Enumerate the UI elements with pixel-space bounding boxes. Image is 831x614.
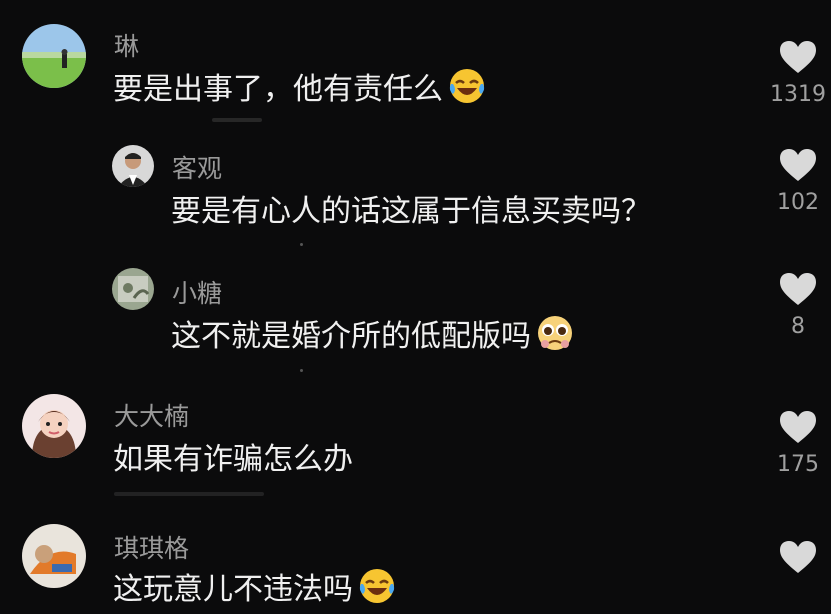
comment-username[interactable]: 客观 [172, 149, 222, 185]
laughing-crying-emoji-icon [357, 566, 397, 606]
heart-icon [780, 149, 816, 181]
like-count: 8 [791, 314, 805, 339]
like-count: 102 [777, 190, 819, 215]
like-count: 1319 [770, 82, 826, 107]
avatar[interactable] [22, 24, 86, 88]
comment-text[interactable]: 要是有心人的话这属于信息买卖吗？ [171, 186, 651, 230]
comment-username[interactable]: 大大楠 [114, 397, 189, 433]
like-button[interactable]: 102 [753, 148, 831, 215]
heart-icon [780, 541, 816, 573]
laughing-crying-emoji-icon [447, 66, 487, 106]
divider-dot [300, 369, 303, 372]
heart-icon [780, 41, 816, 73]
comment-username[interactable]: 小糖 [172, 274, 222, 310]
like-button[interactable]: 175 [753, 410, 831, 477]
like-button[interactable]: 8 [753, 272, 831, 339]
like-button[interactable] [753, 540, 831, 582]
pleading-emoji-icon [535, 313, 575, 353]
divider [212, 118, 262, 122]
avatar[interactable] [112, 145, 154, 187]
comment-text[interactable]: 这不就是婚介所的低配版吗 [171, 311, 575, 355]
avatar[interactable] [22, 524, 86, 588]
comment-text-content: 要是出事了，他有责任么 [113, 72, 443, 107]
comment-text-content: 这不就是婚介所的低配版吗 [171, 319, 531, 354]
avatar[interactable] [22, 394, 86, 458]
heart-icon [780, 273, 816, 305]
comment-text[interactable]: 要是出事了，他有责任么 [113, 64, 487, 108]
like-count: 175 [777, 452, 819, 477]
comment-text[interactable]: 如果有诈骗怎么办 [113, 434, 353, 478]
comment-text[interactable]: 这玩意儿不违法吗 [113, 564, 397, 608]
comment-username[interactable]: 琪琪格 [114, 529, 189, 565]
divider [114, 492, 264, 496]
comment-username[interactable]: 琳 [114, 27, 139, 63]
divider-dot [300, 243, 303, 246]
avatar[interactable] [112, 268, 154, 310]
heart-icon [780, 411, 816, 443]
comment-text-content: 要是有心人的话这属于信息买卖吗？ [171, 194, 651, 229]
comment-text-content: 这玩意儿不违法吗 [113, 572, 353, 607]
comment-text-content: 如果有诈骗怎么办 [113, 442, 353, 477]
like-button[interactable]: 1319 [753, 40, 831, 107]
